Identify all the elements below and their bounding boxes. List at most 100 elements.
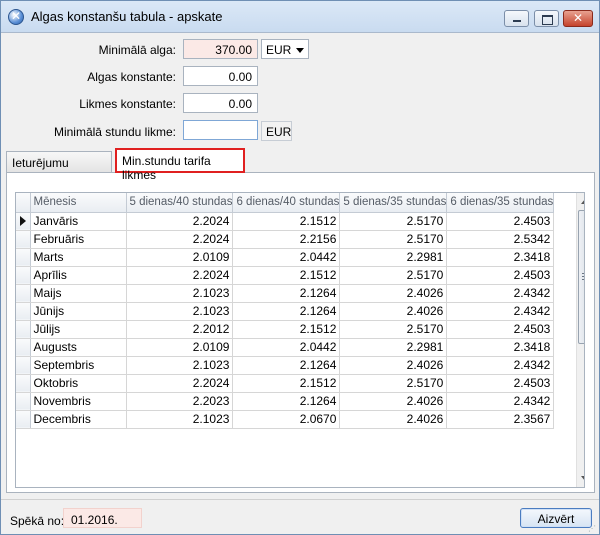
cell-month[interactable]: Oktobris <box>30 374 127 393</box>
cell-rate[interactable]: 2.2012 <box>126 320 234 339</box>
cell-rate[interactable]: 2.5170 <box>339 230 448 249</box>
cell-rate[interactable]: 2.4342 <box>446 356 555 375</box>
column-header-month[interactable]: Mēnesis <box>30 193 127 213</box>
cell-rate[interactable]: 2.3567 <box>446 410 555 429</box>
cell-rate[interactable]: 2.4503 <box>446 374 555 393</box>
cell-rate[interactable]: 2.2024 <box>126 374 234 393</box>
row-selector[interactable] <box>16 392 31 411</box>
rate-constant-field[interactable]: 0.00 <box>183 93 258 113</box>
effective-from-field[interactable]: 01.2016. <box>63 508 142 528</box>
cell-rate[interactable]: 2.5170 <box>339 212 448 231</box>
cell-month[interactable]: Jūlijs <box>30 320 127 339</box>
cell-month[interactable]: Septembris <box>30 356 127 375</box>
table-row[interactable]: Janvāris 2.2024 2.1512 2.5170 2.4503 <box>16 212 555 231</box>
resize-grip-icon[interactable]: ⋰ <box>588 524 598 534</box>
table-row[interactable]: Septembris 2.1023 2.1264 2.4026 2.4342 <box>16 356 555 375</box>
row-selector[interactable] <box>16 320 31 339</box>
table-row[interactable]: Februāris 2.2024 2.2156 2.5170 2.5342 <box>16 230 555 249</box>
column-header-6d35h[interactable]: 6 dienas/35 stundas <box>446 193 555 213</box>
cell-month[interactable]: Marts <box>30 248 127 267</box>
cell-month[interactable]: Decembris <box>30 410 127 429</box>
cell-rate[interactable]: 2.4026 <box>339 410 448 429</box>
table-row[interactable]: Jūlijs 2.2012 2.1512 2.5170 2.4503 <box>16 320 555 339</box>
cell-rate[interactable]: 2.1023 <box>126 356 234 375</box>
cell-rate[interactable]: 2.4026 <box>339 392 448 411</box>
minimize-button[interactable] <box>504 10 529 27</box>
cell-rate[interactable]: 2.5342 <box>446 230 555 249</box>
scroll-thumb[interactable] <box>578 210 584 344</box>
cell-rate[interactable]: 2.1512 <box>232 320 341 339</box>
cell-rate[interactable]: 2.1512 <box>232 266 341 285</box>
cell-rate[interactable]: 2.0109 <box>126 248 234 267</box>
cell-rate[interactable]: 2.1264 <box>232 284 341 303</box>
cell-rate[interactable]: 2.4503 <box>446 212 555 231</box>
row-selector[interactable] <box>16 374 31 393</box>
cell-rate[interactable]: 2.4503 <box>446 320 555 339</box>
row-selector[interactable] <box>16 302 31 321</box>
cell-rate[interactable]: 2.0442 <box>232 338 341 357</box>
salary-constant-field[interactable]: 0.00 <box>183 66 258 86</box>
min-salary-field[interactable]: 370.00 <box>183 39 258 59</box>
column-header-5d40h[interactable]: 5 dienas/40 stundas <box>126 193 234 213</box>
cell-rate[interactable]: 2.2024 <box>126 230 234 249</box>
cell-rate[interactable]: 2.4026 <box>339 356 448 375</box>
tab-min-hour-rates[interactable]: Min.stundu tarifa likmes <box>115 148 245 182</box>
min-hour-rate-field[interactable] <box>183 120 258 140</box>
cell-month[interactable]: Jūnijs <box>30 302 127 321</box>
row-selector[interactable] <box>16 212 31 231</box>
table-row[interactable]: Aprīlis 2.2024 2.1512 2.5170 2.4503 <box>16 266 555 285</box>
cell-rate[interactable]: 2.4342 <box>446 392 555 411</box>
cell-rate[interactable]: 2.4026 <box>339 302 448 321</box>
cell-rate[interactable]: 2.1023 <box>126 410 234 429</box>
currency-select[interactable]: EUR <box>261 39 309 59</box>
cell-month[interactable]: Augusts <box>30 338 127 357</box>
cell-rate[interactable]: 2.0442 <box>232 248 341 267</box>
cell-rate[interactable]: 2.4026 <box>339 284 448 303</box>
row-selector[interactable] <box>16 266 31 285</box>
scroll-up-icon[interactable] <box>581 199 584 204</box>
cell-rate[interactable]: 2.2023 <box>126 392 234 411</box>
cell-rate[interactable]: 2.1264 <box>232 302 341 321</box>
cell-rate[interactable]: 2.3418 <box>446 248 555 267</box>
vertical-scrollbar[interactable] <box>576 193 584 487</box>
cell-rate[interactable]: 2.5170 <box>339 266 448 285</box>
table-row[interactable]: Decembris 2.1023 2.0670 2.4026 2.3567 <box>16 410 555 429</box>
row-selector[interactable] <box>16 338 31 357</box>
column-header-6d40h[interactable]: 6 dienas/40 stundas <box>232 193 341 213</box>
cell-rate[interactable]: 2.0109 <box>126 338 234 357</box>
table-row[interactable]: Novembris 2.2023 2.1264 2.4026 2.4342 <box>16 392 555 411</box>
table-row[interactable]: Maijs 2.1023 2.1264 2.4026 2.4342 <box>16 284 555 303</box>
row-selector[interactable] <box>16 230 31 249</box>
table-row[interactable]: Jūnijs 2.1023 2.1264 2.4026 2.4342 <box>16 302 555 321</box>
cell-month[interactable]: Februāris <box>30 230 127 249</box>
cell-rate[interactable]: 2.1264 <box>232 356 341 375</box>
cell-rate[interactable]: 2.2024 <box>126 212 234 231</box>
scroll-down-icon[interactable] <box>581 476 584 481</box>
cell-month[interactable]: Janvāris <box>30 212 127 231</box>
table-row[interactable]: Marts 2.0109 2.0442 2.2981 2.3418 <box>16 248 555 267</box>
cell-rate[interactable]: 2.1023 <box>126 302 234 321</box>
cell-rate[interactable]: 2.1264 <box>232 392 341 411</box>
column-header-5d35h[interactable]: 5 dienas/35 stundas <box>339 193 448 213</box>
cell-month[interactable]: Aprīlis <box>30 266 127 285</box>
close-button[interactable]: Aizvērt <box>520 508 592 528</box>
maximize-button[interactable] <box>534 10 559 27</box>
cell-rate[interactable]: 2.4503 <box>446 266 555 285</box>
table-row[interactable]: Augusts 2.0109 2.0442 2.2981 2.3418 <box>16 338 555 357</box>
cell-month[interactable]: Novembris <box>30 392 127 411</box>
cell-rate[interactable]: 2.2024 <box>126 266 234 285</box>
cell-month[interactable]: Maijs <box>30 284 127 303</box>
cell-rate[interactable]: 2.1023 <box>126 284 234 303</box>
cell-rate[interactable]: 2.1512 <box>232 212 341 231</box>
tab-deductions-control[interactable]: Ieturējumu kontrole <box>6 151 112 184</box>
cell-rate[interactable]: 2.2981 <box>339 338 448 357</box>
cell-rate[interactable]: 2.2981 <box>339 248 448 267</box>
cell-rate[interactable]: 2.1512 <box>232 374 341 393</box>
cell-rate[interactable]: 2.4342 <box>446 302 555 321</box>
row-selector[interactable] <box>16 248 31 267</box>
table-row[interactable]: Oktobris 2.2024 2.1512 2.5170 2.4503 <box>16 374 555 393</box>
row-selector[interactable] <box>16 356 31 375</box>
cell-rate[interactable]: 2.0670 <box>232 410 341 429</box>
cell-rate[interactable]: 2.5170 <box>339 320 448 339</box>
cell-rate[interactable]: 2.4342 <box>446 284 555 303</box>
